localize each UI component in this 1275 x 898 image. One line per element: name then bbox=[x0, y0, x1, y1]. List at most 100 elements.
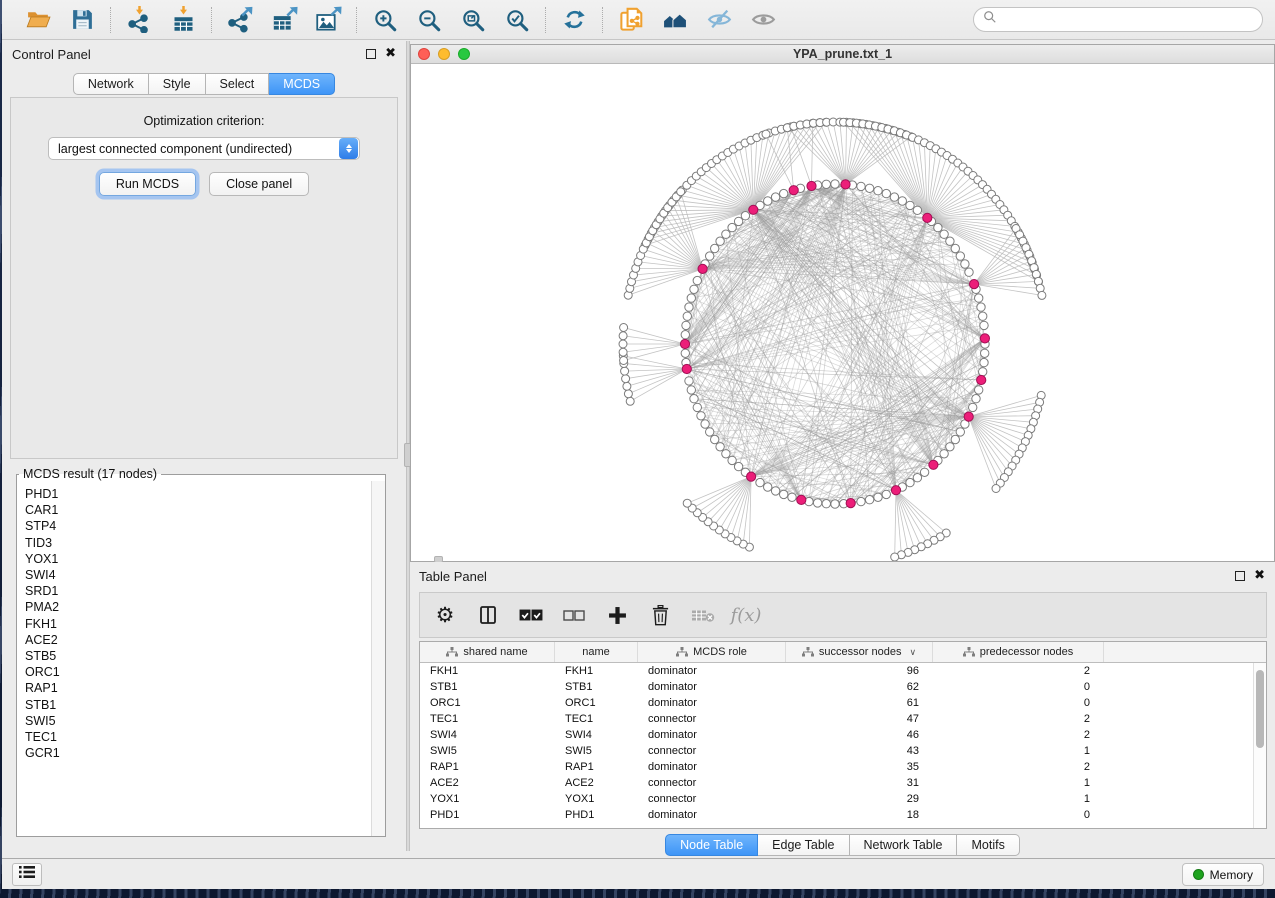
mcds-result-item[interactable]: STB1 bbox=[25, 697, 370, 713]
graph-node[interactable] bbox=[734, 217, 742, 225]
export-table-button[interactable] bbox=[268, 5, 300, 35]
mcds-result-item[interactable]: PMA2 bbox=[25, 599, 370, 615]
graph-node[interactable] bbox=[711, 435, 719, 443]
graph-node[interactable] bbox=[965, 268, 973, 276]
float-panel-icon[interactable] bbox=[366, 49, 376, 59]
graph-node[interactable] bbox=[622, 375, 630, 383]
mcds-result-item[interactable]: YOX1 bbox=[25, 551, 370, 567]
graph-node[interactable] bbox=[913, 474, 921, 482]
hide-selected-button[interactable] bbox=[703, 5, 735, 35]
graph-node[interactable] bbox=[711, 244, 719, 252]
column-header-name[interactable]: name bbox=[555, 642, 638, 662]
graph-node[interactable] bbox=[771, 193, 779, 201]
graph-node[interactable] bbox=[681, 349, 689, 357]
mcds-result-item[interactable]: ACE2 bbox=[25, 632, 370, 648]
graph-node[interactable] bbox=[756, 478, 764, 486]
graph-node[interactable] bbox=[683, 312, 691, 320]
table-scrollbar-thumb[interactable] bbox=[1256, 670, 1264, 748]
run-mcds-button[interactable]: Run MCDS bbox=[99, 172, 196, 196]
graph-node[interactable] bbox=[956, 252, 964, 260]
graph-node[interactable] bbox=[979, 312, 987, 320]
mcds-result-item[interactable]: STB5 bbox=[25, 648, 370, 664]
graph-node[interactable] bbox=[920, 468, 928, 476]
graph-node[interactable] bbox=[831, 180, 839, 188]
graph-node[interactable] bbox=[890, 193, 898, 201]
tab-motifs[interactable]: Motifs bbox=[957, 834, 1019, 856]
graph-node[interactable] bbox=[906, 478, 914, 486]
graph-node[interactable] bbox=[913, 206, 921, 214]
import-network-button[interactable] bbox=[123, 5, 155, 35]
graph-node[interactable] bbox=[882, 189, 890, 197]
table-row[interactable]: STB1STB1dominator620 bbox=[420, 679, 1253, 695]
mcds-result-item[interactable]: TID3 bbox=[25, 535, 370, 551]
tab-style[interactable]: Style bbox=[149, 73, 206, 95]
tab-mcds[interactable]: MCDS bbox=[269, 73, 335, 95]
column-header-predecessor-nodes[interactable]: predecessor nodes bbox=[933, 642, 1104, 662]
memory-button[interactable]: Memory bbox=[1182, 863, 1264, 886]
graph-node[interactable] bbox=[722, 230, 730, 238]
refresh-button[interactable] bbox=[558, 5, 590, 35]
graph-node[interactable] bbox=[620, 357, 628, 365]
graph-hub-node[interactable] bbox=[964, 412, 973, 421]
mcds-result-item[interactable]: ORC1 bbox=[25, 664, 370, 680]
graph-node[interactable] bbox=[690, 285, 698, 293]
graph-node[interactable] bbox=[975, 386, 983, 394]
graph-node[interactable] bbox=[706, 428, 714, 436]
graph-hub-node[interactable] bbox=[680, 339, 689, 348]
graph-node[interactable] bbox=[683, 499, 691, 507]
graph-node[interactable] bbox=[874, 493, 882, 501]
graph-node[interactable] bbox=[728, 223, 736, 231]
graph-node[interactable] bbox=[685, 303, 693, 311]
mcds-result-item[interactable]: SRD1 bbox=[25, 583, 370, 599]
zoom-in-button[interactable] bbox=[369, 5, 401, 35]
graph-node[interactable] bbox=[619, 340, 627, 348]
open-file-button[interactable] bbox=[22, 5, 54, 35]
mcds-result-item[interactable]: STP4 bbox=[25, 518, 370, 534]
graph-hub-node[interactable] bbox=[698, 264, 707, 273]
graph-node[interactable] bbox=[619, 348, 627, 356]
delete-column-button[interactable] bbox=[647, 602, 673, 628]
graph-hub-node[interactable] bbox=[980, 334, 989, 343]
graph-node[interactable] bbox=[940, 230, 948, 238]
zoom-out-button[interactable] bbox=[413, 5, 445, 35]
graph-hub-node[interactable] bbox=[841, 180, 850, 189]
save-session-button[interactable] bbox=[66, 5, 98, 35]
graph-hub-node[interactable] bbox=[977, 375, 986, 384]
first-neighbors-button[interactable] bbox=[659, 5, 691, 35]
tab-node-table[interactable]: Node Table bbox=[665, 834, 758, 856]
duplicate-network-button[interactable] bbox=[615, 5, 647, 35]
graph-node[interactable] bbox=[906, 201, 914, 209]
graph-node[interactable] bbox=[682, 321, 690, 329]
column-header-successor-nodes[interactable]: successor nodes∨ bbox=[786, 642, 933, 662]
graph-node[interactable] bbox=[762, 130, 770, 138]
graph-hub-node[interactable] bbox=[891, 486, 900, 495]
graph-node[interactable] bbox=[764, 197, 772, 205]
graph-hub-node[interactable] bbox=[929, 460, 938, 469]
table-row[interactable]: ACE2ACE2connector311 bbox=[420, 775, 1253, 791]
graph-node[interactable] bbox=[693, 403, 701, 411]
graph-hub-node[interactable] bbox=[970, 280, 979, 289]
column-view-button[interactable] bbox=[475, 602, 501, 628]
graph-node[interactable] bbox=[741, 212, 749, 220]
graph-hub-node[interactable] bbox=[789, 186, 798, 195]
graph-node[interactable] bbox=[813, 499, 821, 507]
graph-node[interactable] bbox=[722, 450, 730, 458]
mcds-result-item[interactable]: SWI4 bbox=[25, 567, 370, 583]
graph-node[interactable] bbox=[697, 412, 705, 420]
graph-node[interactable] bbox=[940, 450, 948, 458]
add-column-button[interactable] bbox=[604, 602, 630, 628]
graph-node[interactable] bbox=[946, 237, 954, 245]
export-image-button[interactable] bbox=[312, 5, 344, 35]
graph-node[interactable] bbox=[865, 496, 873, 504]
graph-node[interactable] bbox=[822, 500, 830, 508]
graph-node[interactable] bbox=[822, 180, 830, 188]
mcds-result-item[interactable]: TEC1 bbox=[25, 729, 370, 745]
graph-node[interactable] bbox=[946, 443, 954, 451]
graph-hub-node[interactable] bbox=[923, 213, 932, 222]
graph-node[interactable] bbox=[764, 483, 772, 491]
graph-node[interactable] bbox=[626, 397, 634, 405]
graph-node[interactable] bbox=[857, 182, 865, 190]
mcds-result-item[interactable]: FKH1 bbox=[25, 616, 370, 632]
table-row[interactable]: FKH1FKH1dominator962 bbox=[420, 663, 1253, 679]
panel-menu-button[interactable] bbox=[12, 863, 42, 886]
